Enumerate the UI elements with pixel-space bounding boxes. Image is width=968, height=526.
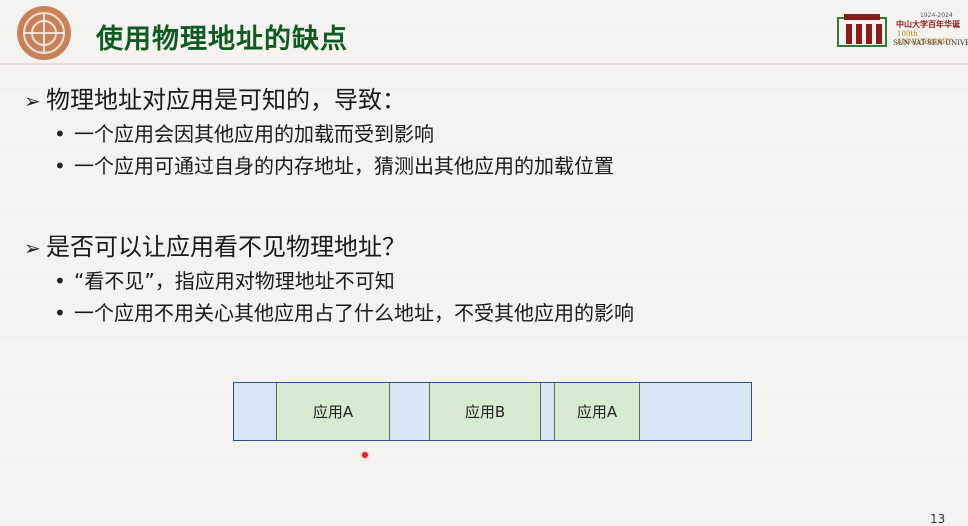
list-item: • 一个应用可通过自身的内存地址，猜测出其他应用的加载位置 (54, 154, 614, 178)
list-item: • 一个应用会因其他应用的加载而受到影响 (54, 122, 434, 146)
memory-segment: 应用A (554, 383, 640, 440)
bullet-dot-icon: • (54, 154, 66, 178)
university-name-cn: 中山大学百年华诞 (896, 20, 960, 29)
memory-segment: 应用A (276, 383, 390, 440)
arrow-bullet-icon: ➢ (24, 236, 41, 260)
bullet-dot-icon: • (54, 269, 66, 293)
list-item: • “看不见”，指应用对物理地址不可知 (54, 269, 395, 293)
bullet-dot-icon: • (54, 122, 66, 146)
bullet-dot-icon: • (54, 301, 66, 325)
university-years: 1924-2024 (920, 12, 953, 19)
memory-layout-diagram: 应用A 应用B 应用A (233, 382, 752, 441)
section-heading: ➢ 物理地址对应用是可知的，导致： (24, 86, 406, 114)
section-heading: ➢ 是否可以让应用看不见物理地址？ (24, 233, 406, 261)
slide-header: 使用物理地址的缺点 1924-2024 中山大学百年华诞 100th ANNIV… (0, 0, 968, 64)
header-divider (0, 63, 968, 65)
memory-segment: 应用B (429, 383, 541, 440)
arrow-bullet-icon: ➢ (24, 89, 41, 113)
list-item: • 一个应用不用关心其他应用占了什么地址，不受其他应用的影响 (54, 301, 634, 325)
slide-title: 使用物理地址的缺点 (96, 24, 348, 55)
university-name-en: SUN YAT-SEN UNIVERSITY (893, 39, 968, 47)
laser-pointer (362, 452, 368, 458)
page-number: 13 (930, 512, 946, 526)
school-badge-icon (17, 6, 71, 60)
